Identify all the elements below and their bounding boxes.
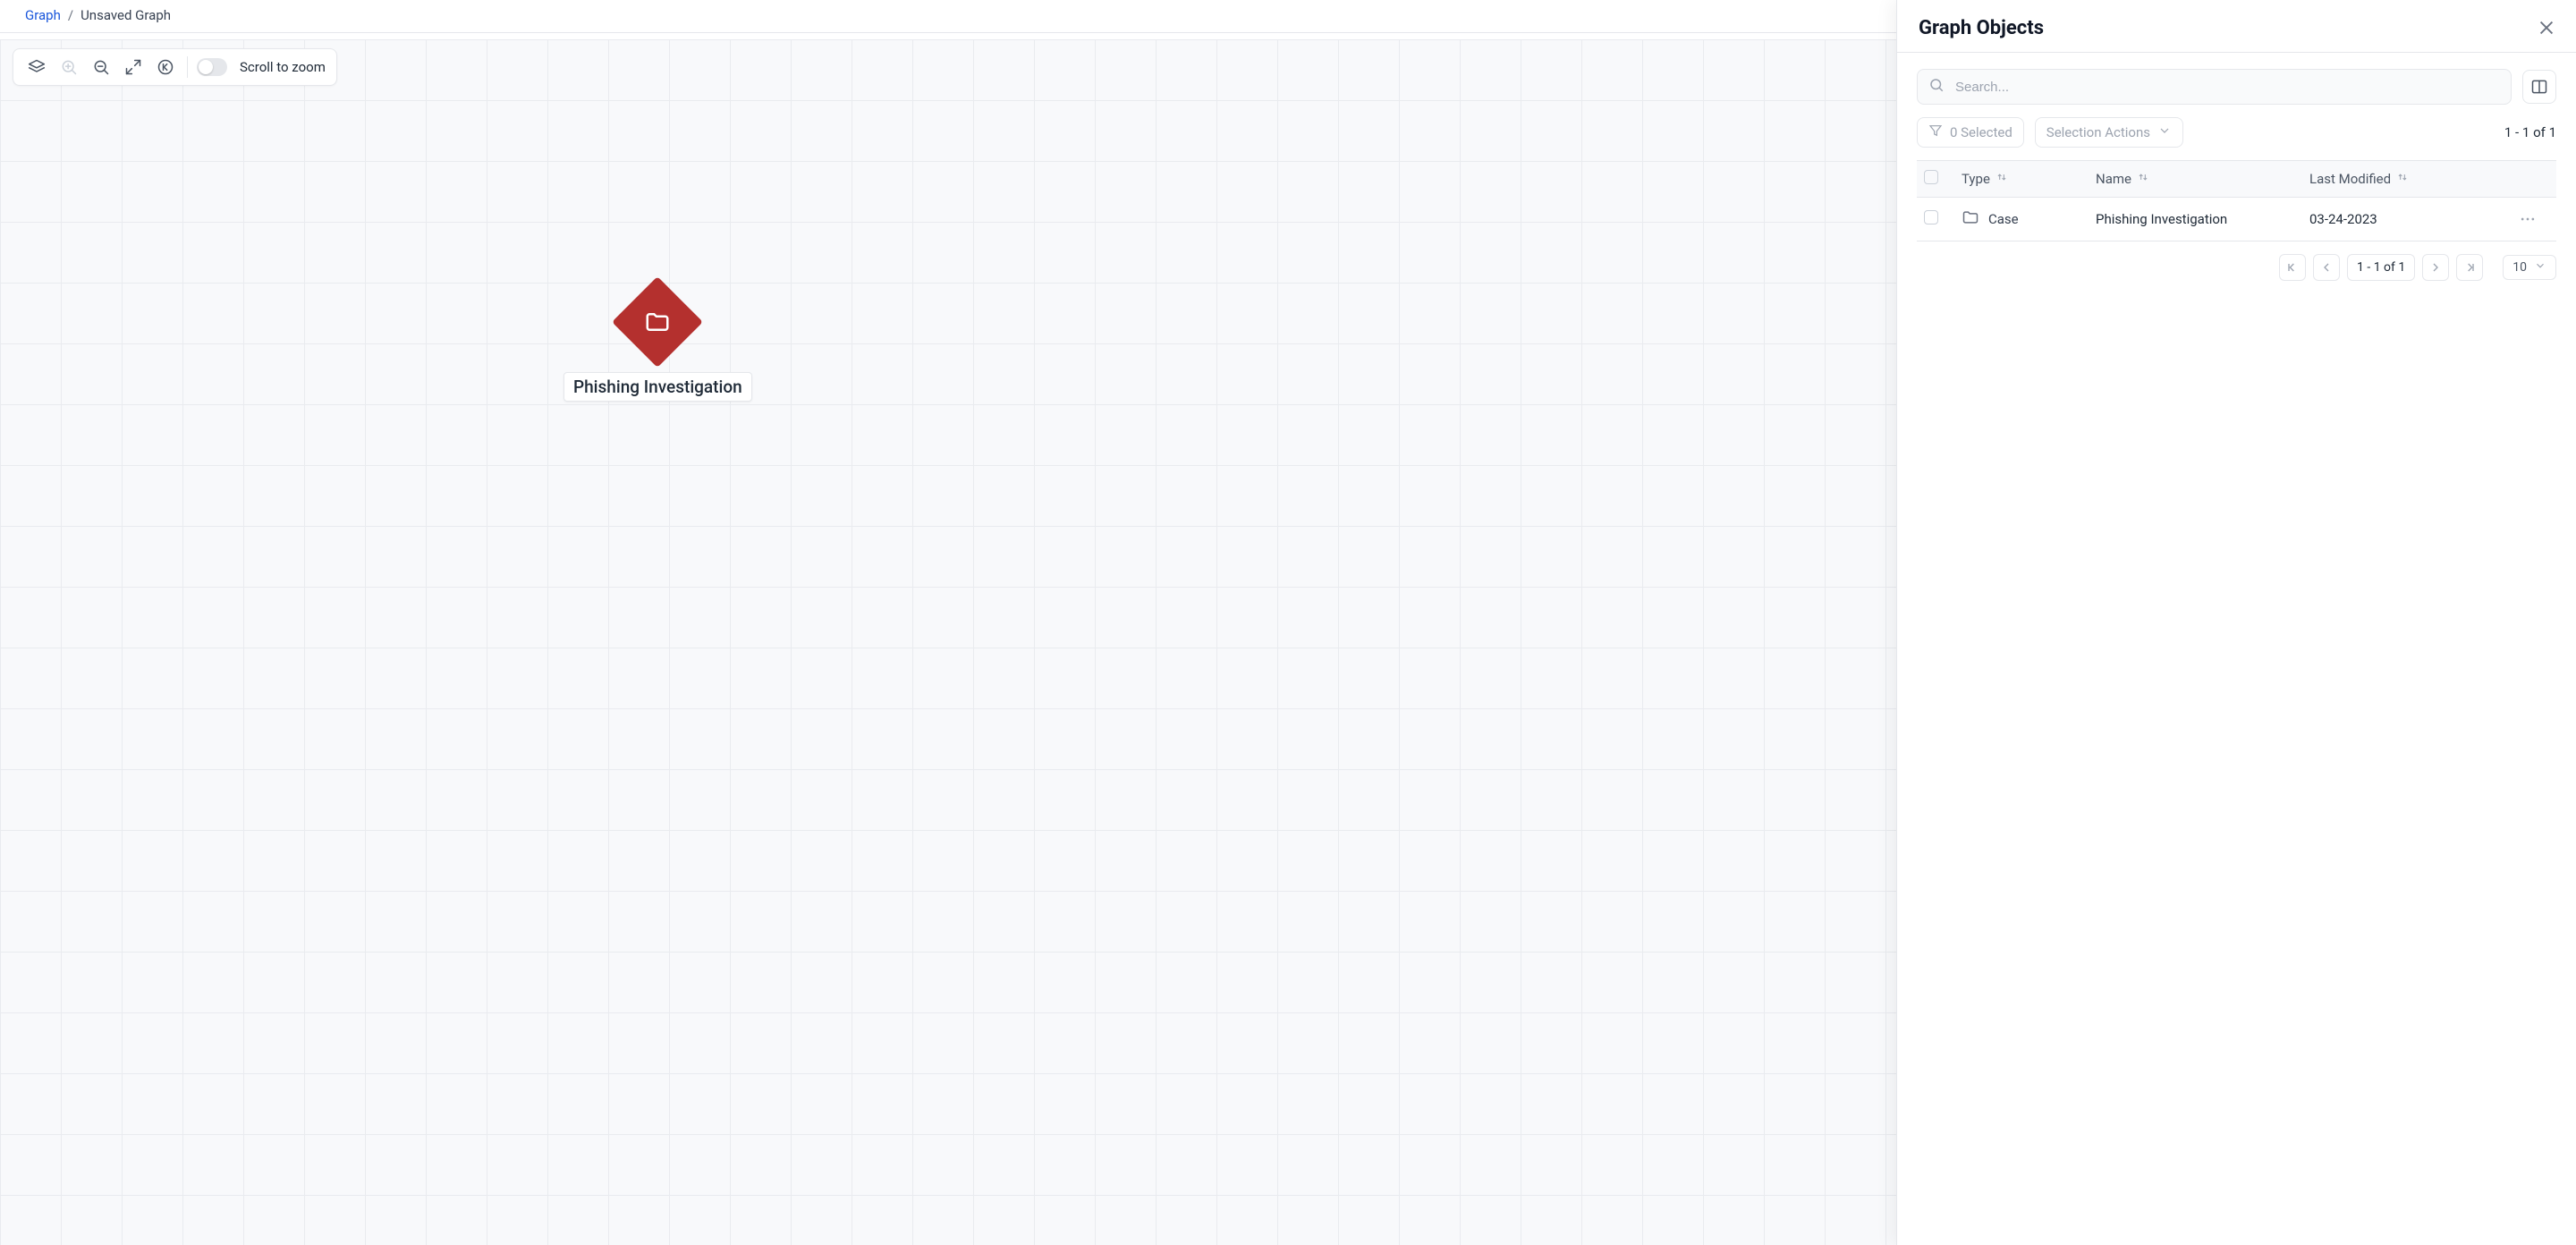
- sort-icon: [1996, 171, 2008, 187]
- layers-icon[interactable]: [24, 55, 49, 80]
- toolbar-divider: [187, 56, 188, 78]
- page-size-select[interactable]: 10: [2503, 255, 2556, 280]
- canvas-toolbar: Scroll to zoom: [13, 48, 337, 86]
- columns-icon[interactable]: [2522, 70, 2556, 104]
- row-type: Case: [1988, 211, 2019, 227]
- sort-icon: [2137, 171, 2149, 187]
- search-input-wrap: [1917, 69, 2512, 105]
- folder-icon: [1962, 208, 1979, 230]
- col-name[interactable]: Name: [2096, 171, 2309, 187]
- scroll-zoom-toggle[interactable]: [197, 58, 227, 76]
- panel-title: Graph Objects: [1919, 17, 2044, 39]
- graph-node[interactable]: Phishing Investigation: [564, 290, 752, 402]
- scroll-zoom-label: Scroll to zoom: [240, 59, 326, 75]
- filter-icon: [1928, 123, 1943, 141]
- page-prev-icon[interactable]: [2313, 254, 2340, 281]
- rewind-icon[interactable]: [153, 55, 178, 80]
- sort-icon: [2396, 171, 2409, 187]
- expand-icon[interactable]: [121, 55, 146, 80]
- chevron-down-icon: [2157, 123, 2172, 141]
- breadcrumb-current: Unsaved Graph: [80, 7, 171, 23]
- select-all-checkbox[interactable]: [1924, 170, 1938, 184]
- page-range: 1 - 1 of 1: [2347, 254, 2415, 281]
- col-last-modified[interactable]: Last Modified: [2309, 171, 2506, 187]
- case-node-icon: [612, 276, 703, 368]
- chevron-down-icon: [2534, 259, 2546, 275]
- selected-count: 0 Selected: [1950, 124, 2012, 140]
- row-last-modified: 03-24-2023: [2309, 211, 2506, 227]
- table-header: Type Name Last Modified: [1917, 161, 2556, 198]
- page-next-icon[interactable]: [2422, 254, 2449, 281]
- table-row[interactable]: Case Phishing Investigation 03-24-2023: [1917, 198, 2556, 241]
- search-input[interactable]: [1953, 79, 2500, 96]
- pagination: 1 - 1 of 1 10: [1917, 254, 2556, 281]
- row-actions-icon[interactable]: [2506, 210, 2549, 228]
- selection-actions-label: Selection Actions: [2046, 124, 2150, 140]
- close-icon[interactable]: [2535, 16, 2558, 39]
- page-last-icon[interactable]: [2456, 254, 2483, 281]
- search-icon: [1928, 77, 1945, 97]
- breadcrumb-root[interactable]: Graph: [25, 7, 61, 23]
- selected-chip[interactable]: 0 Selected: [1917, 117, 2024, 148]
- objects-table: Type Name Last Modified: [1917, 160, 2556, 241]
- selection-actions-button[interactable]: Selection Actions: [2035, 117, 2183, 148]
- page-first-icon[interactable]: [2279, 254, 2306, 281]
- graph-objects-panel: Graph Objects: [1896, 0, 2576, 1245]
- zoom-in-icon[interactable]: [56, 55, 81, 80]
- zoom-out-icon[interactable]: [89, 55, 114, 80]
- result-count: 1 - 1 of 1: [2504, 124, 2556, 140]
- row-checkbox[interactable]: [1924, 210, 1938, 224]
- graph-node-label: Phishing Investigation: [564, 372, 752, 402]
- row-name: Phishing Investigation: [2096, 211, 2309, 227]
- page-size-value: 10: [2512, 260, 2527, 275]
- col-type[interactable]: Type: [1962, 171, 2096, 187]
- breadcrumb-separator: /: [68, 7, 73, 23]
